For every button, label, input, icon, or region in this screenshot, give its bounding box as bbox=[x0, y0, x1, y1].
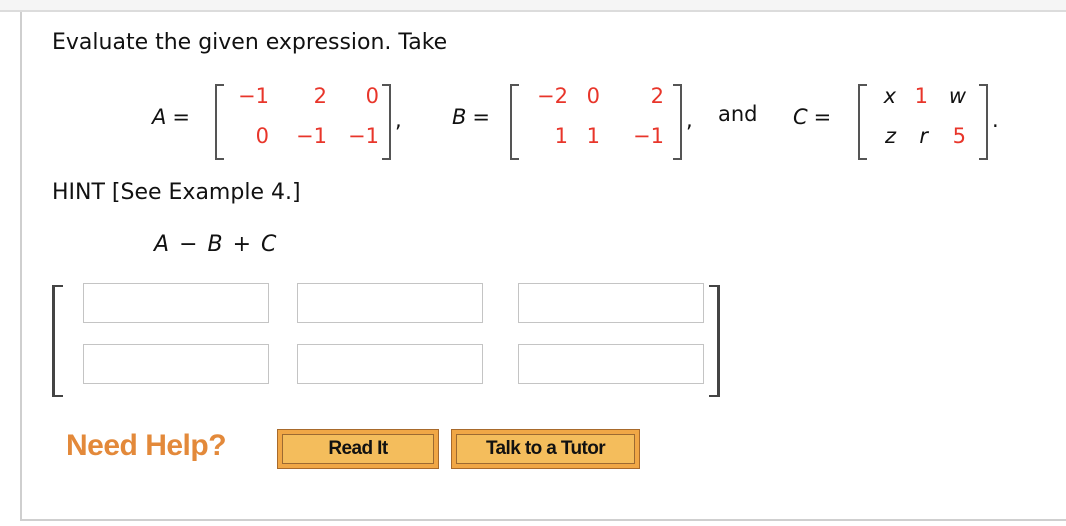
matrix-b: −2 0 2 1 1 −1 bbox=[510, 80, 682, 160]
read-it-button[interactable]: Read It bbox=[277, 429, 439, 469]
left-bracket bbox=[510, 84, 519, 160]
matrix-b-cell: 1 bbox=[586, 124, 600, 148]
matrix-c: x 1 w z r 5 bbox=[858, 80, 988, 160]
matrix-a-equals: = bbox=[172, 105, 190, 129]
expression-term: B bbox=[207, 232, 223, 257]
matrix-b-separator: , bbox=[686, 108, 693, 132]
matrix-c-label: C = bbox=[793, 105, 831, 129]
matrix-c-cell: r bbox=[919, 124, 928, 148]
expression-term: A bbox=[154, 232, 170, 257]
matrix-c-terminator: . bbox=[992, 108, 999, 132]
connector-and: and bbox=[718, 102, 758, 126]
answer-cell-r1c3[interactable] bbox=[518, 283, 704, 323]
matrix-a-cell: −1 bbox=[238, 84, 269, 108]
right-bracket bbox=[979, 84, 988, 160]
answer-cell-r1c1[interactable] bbox=[83, 283, 269, 323]
matrix-c-cell: 1 bbox=[914, 84, 928, 108]
matrix-b-label: B = bbox=[452, 105, 490, 129]
matrix-b-cell: 2 bbox=[650, 84, 664, 108]
matrix-a-cell: 0 bbox=[255, 124, 269, 148]
answer-matrix bbox=[52, 283, 720, 399]
matrix-c-cell: 5 bbox=[952, 124, 966, 148]
matrix-c-cell: z bbox=[884, 124, 896, 148]
answer-left-bracket bbox=[52, 285, 63, 397]
need-help-bar: Need Help? Read It Talk to a Tutor bbox=[66, 427, 666, 471]
expression-operator: − bbox=[179, 232, 198, 257]
matrix-c-cell: w bbox=[948, 84, 966, 108]
answer-cell-r2c1[interactable] bbox=[83, 344, 269, 384]
expression-term: C bbox=[261, 232, 277, 257]
right-bracket bbox=[673, 84, 682, 160]
right-bracket bbox=[382, 84, 391, 160]
matrix-a-name: A bbox=[152, 105, 167, 129]
expression: A − B + C bbox=[154, 232, 276, 257]
need-help-label: Need Help? bbox=[66, 429, 227, 462]
matrix-c-name: C bbox=[793, 105, 808, 129]
talk-to-tutor-button[interactable]: Talk to a Tutor bbox=[451, 429, 640, 469]
matrix-b-equals: = bbox=[472, 105, 491, 129]
matrix-c-equals: = bbox=[813, 105, 832, 129]
question-prompt: Evaluate the given expression. Take bbox=[52, 30, 448, 55]
answer-cell-r1c2[interactable] bbox=[297, 283, 483, 323]
matrix-b-cell: −1 bbox=[633, 124, 664, 148]
expression-operator: + bbox=[232, 232, 252, 257]
matrix-b-cell: 0 bbox=[586, 84, 600, 108]
matrix-a-cell: −1 bbox=[296, 124, 327, 148]
matrix-a-cell: 2 bbox=[313, 84, 327, 108]
matrix-a-cell: −1 bbox=[348, 124, 379, 148]
matrix-a: −1 2 0 0 −1 −1 bbox=[215, 80, 391, 160]
matrix-b-cell: −2 bbox=[537, 84, 568, 108]
matrix-b-cell: 1 bbox=[554, 124, 568, 148]
matrix-definitions: A = −1 2 0 0 −1 −1 , B = −2 0 2 1 1 −1 , a… bbox=[0, 80, 1066, 160]
top-strip bbox=[0, 0, 1066, 12]
matrix-c-cell: x bbox=[883, 84, 896, 108]
matrix-b-name: B bbox=[452, 105, 467, 129]
read-it-label: Read It bbox=[282, 434, 434, 464]
matrix-a-label: A = bbox=[152, 105, 190, 129]
left-bracket bbox=[858, 84, 867, 160]
hint-link[interactable]: HINT [See Example 4.] bbox=[52, 180, 301, 205]
answer-right-bracket bbox=[709, 285, 720, 397]
left-bracket bbox=[215, 84, 224, 160]
answer-cell-r2c2[interactable] bbox=[297, 344, 483, 384]
matrix-a-cell: 0 bbox=[365, 84, 379, 108]
matrix-a-separator: , bbox=[395, 108, 402, 132]
answer-cell-r2c3[interactable] bbox=[518, 344, 704, 384]
talk-to-tutor-label: Talk to a Tutor bbox=[456, 434, 635, 464]
